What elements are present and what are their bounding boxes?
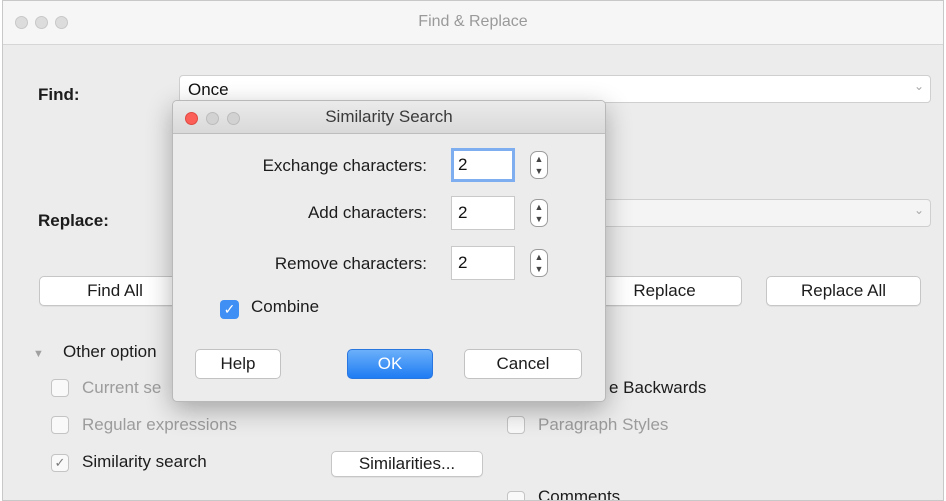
chevron-down-icon[interactable]: ⌄ (914, 79, 924, 93)
find-label: Find: (38, 85, 80, 104)
similarity-search-label: Similarity search (82, 452, 207, 471)
comments-checkbox[interactable] (507, 491, 525, 500)
similarities-button[interactable]: Similarities... (331, 451, 483, 477)
chevron-down-icon[interactable]: ⌄ (914, 203, 924, 217)
paragraph-styles-checkbox[interactable] (507, 416, 525, 434)
add-characters-input[interactable]: 2 (451, 196, 515, 230)
add-characters-value[interactable]: 2 (458, 203, 467, 223)
window-title: Find & Replace (418, 13, 528, 30)
dialog-title: Similarity Search (325, 107, 453, 126)
find-input-value[interactable]: Once (188, 80, 229, 100)
regex-checkbox[interactable] (51, 416, 69, 434)
stepper-icon[interactable]: ▲ ▼ (530, 151, 548, 179)
combine-label: Combine (251, 297, 320, 316)
replace-all-button[interactable]: Replace All (766, 276, 921, 306)
replace-button[interactable]: Replace (587, 276, 742, 306)
remove-characters-input[interactable]: 2 (451, 246, 515, 280)
dialog-titlebar: Similarity Search (173, 101, 605, 134)
help-button[interactable]: Help (195, 349, 281, 379)
remove-characters-label: Remove characters: (274, 254, 427, 273)
comments-label: Comments (538, 487, 621, 501)
ok-button[interactable]: OK (347, 349, 433, 379)
current-selection-label: Current se (82, 378, 162, 397)
replace-label: Replace: (38, 211, 109, 230)
similarity-search-checkbox[interactable]: ✓ (51, 454, 69, 472)
checkmark-icon: ✓ (54, 455, 66, 470)
cancel-button[interactable]: Cancel (464, 349, 582, 379)
add-characters-label: Add characters: (307, 203, 427, 222)
backwards-label: e Backwards (609, 378, 707, 397)
remove-characters-value[interactable]: 2 (458, 253, 467, 273)
find-all-button[interactable]: Find All (39, 276, 191, 306)
checkmark-icon: ✓ (223, 301, 236, 317)
main-titlebar: Find & Replace (3, 1, 943, 45)
other-options-label[interactable]: Other option (63, 342, 157, 362)
disclosure-triangle-icon[interactable]: ▼ (33, 348, 44, 360)
exchange-characters-value[interactable]: 2 (458, 155, 467, 175)
exchange-characters-input[interactable]: 2 (451, 148, 515, 182)
current-selection-checkbox[interactable] (51, 379, 69, 397)
combine-checkbox[interactable]: ✓ (220, 300, 239, 319)
find-combobox[interactable]: Once ⌄ (179, 75, 931, 103)
exchange-characters-label: Exchange characters: (262, 156, 427, 175)
regex-label: Regular expressions (82, 415, 237, 434)
paragraph-styles-label: Paragraph Styles (538, 415, 669, 434)
stepper-icon[interactable]: ▲ ▼ (530, 249, 548, 277)
stepper-icon[interactable]: ▲ ▼ (530, 199, 548, 227)
similarity-search-dialog: Similarity Search Exchange characters: 2… (172, 100, 606, 402)
